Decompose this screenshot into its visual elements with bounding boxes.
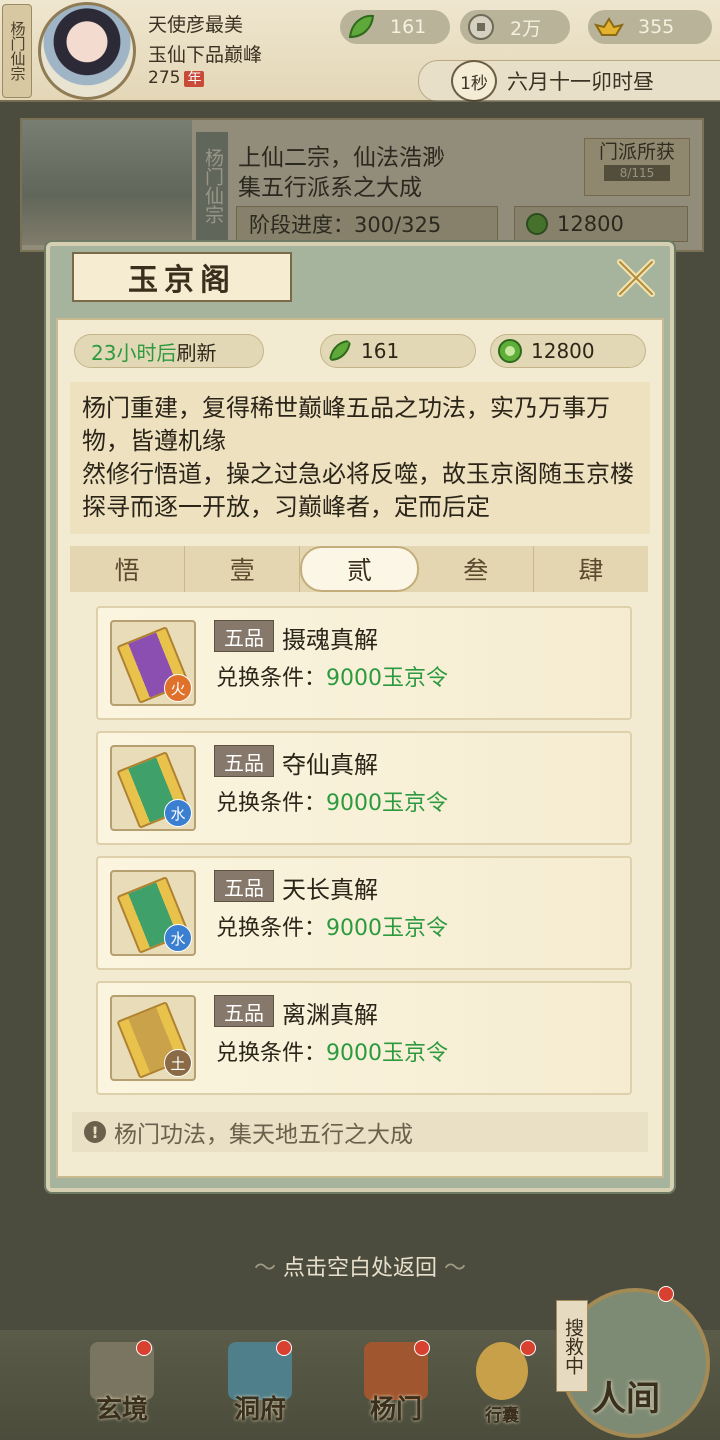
nav-xingnang[interactable]: 行囊 [462,1340,542,1432]
exchange-condition: 兑换条件：9000玉京令 [216,1035,448,1067]
notification-dot [414,1340,430,1356]
tab-si[interactable]: 肆 [534,546,648,592]
player-rank: 玉仙下品巅峰 [148,44,263,66]
age-value: 275 [148,68,181,88]
technique-book-icon[interactable]: 土 [110,995,196,1081]
exchange-condition-label: 兑换条件： [216,666,327,691]
tip-bar: ! 杨门功法，集天地五行之大成 [72,1112,648,1152]
technique-name: 夺仙真解 [282,751,378,779]
exchange-condition: 兑换条件：9000玉京令 [216,910,448,942]
technique-book-icon[interactable]: 水 [110,745,196,831]
swirl-right-icon: ～ [437,1256,466,1281]
tab-yi[interactable]: 壹 [185,546,301,592]
tap-to-return-text: 点击空白处返回 [282,1256,437,1281]
currency-jade-token[interactable]: 12800 [490,334,646,368]
nav-yangmen-label: 杨门 [369,1395,422,1425]
pavilion-description: 杨门重建，复得稀世巅峰五品之功法，实乃万事万物，皆遵机缘 然修行悟道，操之过急必… [70,382,650,534]
tip-text: 杨门功法，集天地五行之大成 [114,1122,413,1148]
tab-san[interactable]: 叁 [419,546,534,592]
time-speed-button[interactable]: 1秒 [451,60,497,102]
exchange-condition-label: 兑换条件： [216,791,327,816]
jade-token-icon [498,339,522,363]
currency-jade-token-value: 12800 [531,339,595,363]
nav-renjian-label: 人间 [592,1379,660,1419]
notification-dot [276,1340,292,1356]
resource-gold[interactable]: 355 [588,10,712,44]
exchange-cost: 9000玉京令 [326,791,449,816]
exchange-condition: 兑换条件：9000玉京令 [216,785,448,817]
exchange-condition-label: 兑换条件： [216,1041,327,1066]
search-rescue-tag[interactable]: 搜救中 [556,1300,588,1392]
player-name: 天使彦最美 [148,14,244,36]
exclamation-icon: ! [84,1121,106,1143]
nav-dongfu[interactable]: 洞府 [210,1340,310,1432]
nav-xuanjing[interactable]: 玄境 [72,1340,172,1432]
refresh-timer: 23小时后 刷新 [74,334,264,368]
currency-jade-leaf[interactable]: 161 [320,334,476,368]
dialog-title: 玉京阁 [72,252,292,302]
grade-badge: 五品 [214,745,274,777]
resource-coin-value: 2万 [510,17,542,40]
nav-xingnang-label: 行囊 [485,1406,519,1426]
game-time-bar[interactable]: 1秒 六月十一卯时昼 [418,60,720,102]
jade-leaf-icon [328,339,352,362]
exchange-cost: 9000玉京令 [326,916,449,941]
resource-jade-value: 161 [390,16,427,38]
nav-dongfu-label: 洞府 [233,1395,286,1425]
technique-name: 离渊真解 [282,1001,378,1029]
player-age: 275 年 [148,68,205,88]
technique-name: 摄魂真解 [282,626,378,654]
notification-dot [136,1340,152,1356]
currency-jade-leaf-value: 161 [361,339,400,363]
grade-badge: 五品 [214,870,274,902]
grade-badge: 五品 [214,995,274,1027]
close-button[interactable] [612,254,660,302]
exchange-condition: 兑换条件：9000玉京令 [216,660,448,692]
resource-coin[interactable]: 2万 [460,10,570,44]
grade-badge: 五品 [214,620,274,652]
avatar[interactable] [38,2,136,100]
resource-gold-value: 355 [638,16,675,38]
close-icon [617,259,655,297]
technique-book-icon[interactable]: 水 [110,870,196,956]
sect-tag[interactable]: 杨门仙宗 [2,4,32,98]
gold-ingot-icon [594,17,624,36]
tap-to-return[interactable]: ～ 点击空白处返回 ～ [0,1250,720,1282]
tab-wu[interactable]: 悟 [70,546,186,592]
coin-icon [468,14,494,40]
game-time-text: 六月十一卯时昼 [507,70,654,94]
notification-dot [520,1340,536,1356]
element-badge: 土 [164,1049,192,1077]
exchange-cost: 9000玉京令 [326,666,449,691]
resource-jade[interactable]: 161 [340,10,450,44]
element-badge: 水 [164,799,192,827]
tab-er[interactable]: 贰 [300,546,419,592]
nav-yangmen[interactable]: 杨门 [346,1340,446,1432]
element-badge: 火 [164,674,192,702]
refresh-suffix: 刷新 [176,340,217,365]
swirl-left-icon: ～ [253,1256,283,1281]
exchange-condition-label: 兑换条件： [216,916,327,941]
jade-leaf-icon [348,14,375,39]
refresh-time: 23小时后 [91,340,177,365]
tier-tabs: 悟 壹 贰 叁 肆 [70,546,648,592]
technique-book-icon[interactable]: 火 [110,620,196,706]
notification-dot [658,1286,674,1302]
element-badge: 水 [164,924,192,952]
nav-xuanjing-label: 玄境 [95,1395,148,1425]
exchange-cost: 9000玉京令 [326,1041,449,1066]
age-unit-badge: 年 [184,71,205,87]
technique-name: 天长真解 [282,876,378,904]
